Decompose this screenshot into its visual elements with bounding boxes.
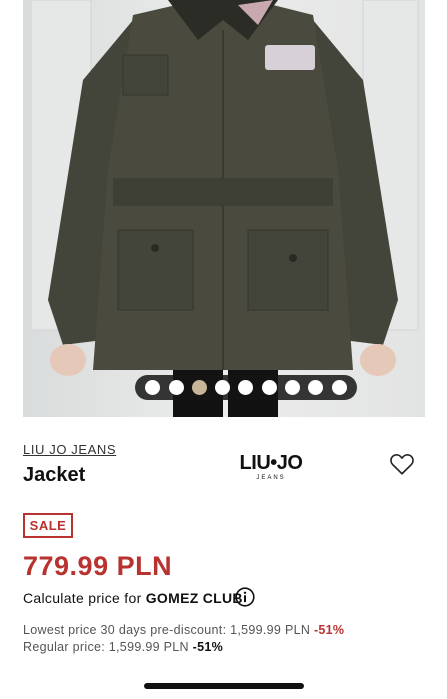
lowest-price-info: Lowest price 30 days pre-discount: 1,599… — [23, 623, 344, 637]
regular-price-discount: -51% — [192, 640, 224, 654]
home-indicator[interactable] — [144, 683, 304, 689]
info-icon — [235, 587, 255, 607]
product-price: 779.99 PLN — [23, 551, 173, 581]
club-info-button[interactable] — [235, 587, 255, 607]
gallery-dot[interactable] — [285, 380, 301, 395]
product-photo — [23, 0, 425, 417]
wishlist-button[interactable] — [389, 451, 415, 477]
product-image[interactable] — [23, 0, 425, 417]
regular-price-info: Regular price: 1,599.99 PLN -51% — [23, 640, 223, 654]
heart-icon — [390, 454, 414, 475]
lowest-price-label: Lowest price 30 days pre-discount: 1,599… — [23, 623, 311, 637]
gallery-dot[interactable] — [331, 380, 347, 395]
gallery-dot[interactable] — [215, 380, 231, 395]
gallery-dot[interactable] — [145, 380, 161, 395]
sale-badge: SALE — [23, 513, 73, 538]
gallery-dot[interactable] — [238, 380, 254, 395]
club-price-text: Calculate price for GOMEZ CLUB — [23, 590, 243, 606]
gallery-dot-active[interactable] — [191, 380, 207, 395]
brand-logo-text: LIU•JO — [239, 452, 303, 474]
gallery-dot[interactable] — [308, 380, 324, 395]
club-price-prefix: Calculate price for — [23, 590, 142, 606]
regular-price-label: Regular price: 1,599.99 PLN — [23, 640, 189, 654]
brand-link[interactable]: LIU JO JEANS — [23, 442, 116, 457]
product-title: Jacket — [23, 464, 86, 486]
gallery-pagination[interactable] — [135, 375, 357, 400]
lowest-price-discount: -51% — [313, 623, 345, 637]
brand-logo: LIU•JO JEANS — [236, 452, 306, 486]
club-name: GOMEZ CLUB — [145, 590, 243, 606]
brand-logo-subtext: JEANS — [256, 475, 286, 481]
gallery-dot[interactable] — [261, 380, 277, 395]
gallery-dot[interactable] — [168, 380, 184, 395]
